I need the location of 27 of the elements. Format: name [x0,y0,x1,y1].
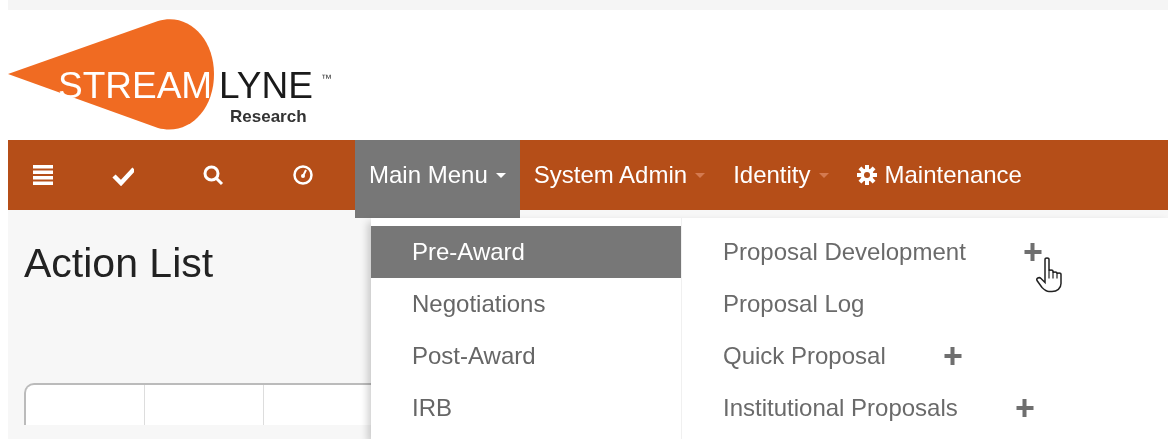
list-icon [32,164,54,186]
page-title: Action List [24,240,215,287]
plus-icon[interactable] [1015,399,1034,417]
nav-menu-tab[interactable]: System Admin [519,140,720,210]
plus-icon[interactable] [943,347,962,365]
caret-icon [495,172,506,178]
caret-icon [695,172,706,178]
menu-item[interactable]: Negotiations [371,278,681,330]
nav-menu-tab[interactable]: Identity [719,140,843,210]
logo-text: LYNE [219,65,313,106]
nav-menu-tab[interactable]: Maintenance [842,140,1036,210]
trademark-mark: ™ [321,72,332,84]
search-icon [202,164,224,186]
nav-menu-tab[interactable]: Main Menu [355,140,520,218]
caret-icon [818,172,829,178]
menu-link[interactable]: Proposal Log [723,290,865,318]
gauge-icon [292,164,314,186]
logo-text: STREAM [58,65,213,106]
menu-item[interactable]: Post-Award [371,330,681,382]
menu-item[interactable]: IRB [371,382,681,434]
menu-link[interactable]: Quick Proposal [723,342,886,370]
gear-icon [856,165,877,185]
menu-item[interactable]: Pre-Award [371,226,681,278]
logo-subtitle: Research [230,107,307,126]
menu-link[interactable]: Institutional Proposals [723,394,958,422]
menu-link[interactable]: Proposal Development [723,238,966,266]
plus-icon[interactable] [1023,243,1042,261]
